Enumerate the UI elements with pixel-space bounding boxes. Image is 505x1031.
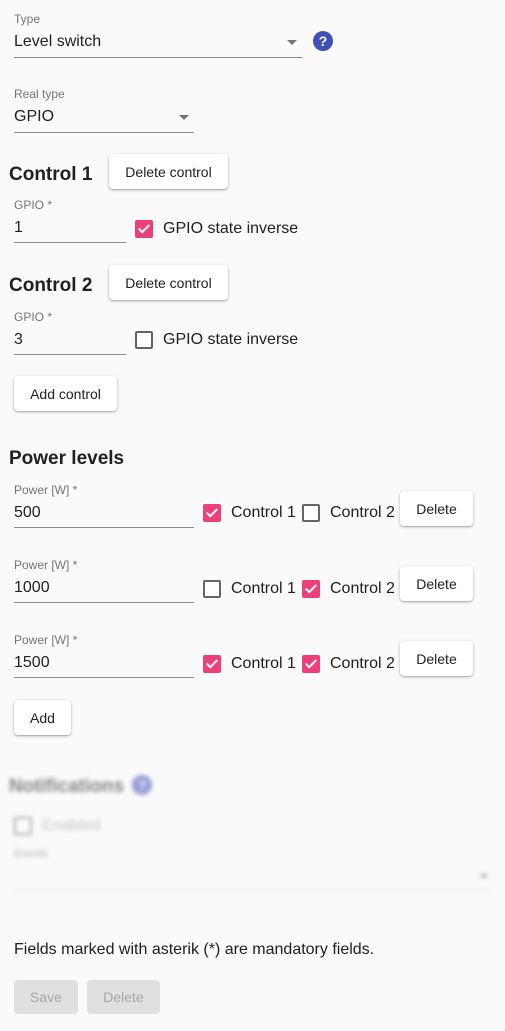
power-row-1-control-2-checkbox[interactable]: Control 2 (302, 504, 395, 522)
power-row-3-control-1-checkbox[interactable]: Control 1 (203, 655, 296, 673)
power-levels-title: Power levels (9, 448, 125, 469)
power-row-2-label: Power [W] * (14, 558, 78, 572)
add-control-button[interactable]: Add control (14, 376, 117, 411)
power-row-2-input[interactable]: 1000 (14, 579, 50, 597)
events-select-underline (14, 890, 490, 891)
delete-button[interactable]: Delete (87, 980, 160, 1014)
control-1-inverse-label: GPIO state inverse (163, 220, 299, 237)
control-1-gpio-label: GPIO * (14, 198, 53, 212)
power-row-1-control-1-checkbox[interactable]: Control 1 (203, 504, 296, 522)
notifications-enabled-label: Enabled (42, 817, 101, 834)
real-type-select-underline (14, 132, 194, 133)
real-type-select-value[interactable]: GPIO (14, 108, 54, 126)
power-row-2-underline (14, 602, 194, 603)
events-dropdown-arrow-icon (479, 874, 489, 879)
control-1-title: Control 1 (9, 164, 93, 185)
notifications-enabled-checkbox: Enabled (14, 817, 101, 835)
power-row-3-control-1-label: Control 1 (231, 655, 296, 672)
power-row-1-delete-button[interactable]: Delete (400, 491, 473, 526)
type-dropdown-arrow-icon[interactable] (287, 40, 297, 45)
checkbox-checked-icon[interactable] (135, 220, 153, 238)
mandatory-fields-note: Fields marked with asterik (*) are manda… (14, 941, 375, 958)
delete-control-1-button[interactable]: Delete control (109, 154, 228, 189)
control-2-inverse-label: GPIO state inverse (163, 331, 299, 348)
control-1-inverse-checkbox[interactable]: GPIO state inverse (135, 220, 298, 238)
checkbox-unchecked-icon (14, 817, 32, 835)
notifications-section: Notifications ? Enabled Events (0, 770, 505, 900)
control-2-inverse-checkbox[interactable]: GPIO state inverse (135, 331, 298, 349)
checkbox-checked-icon[interactable] (302, 655, 320, 673)
control-2-gpio-underline (14, 354, 126, 355)
power-row-2-control-2-label: Control 2 (330, 580, 395, 597)
checkbox-checked-icon[interactable] (302, 580, 320, 598)
power-row-3-input[interactable]: 1500 (14, 654, 50, 672)
power-row-1-input[interactable]: 500 (14, 504, 41, 522)
control-2-gpio-input[interactable]: 3 (14, 331, 23, 349)
real-type-label: Real type (14, 87, 65, 101)
real-type-dropdown-arrow-icon[interactable] (179, 115, 189, 120)
delete-control-2-button[interactable]: Delete control (109, 265, 228, 300)
save-button[interactable]: Save (14, 980, 78, 1014)
control-1-gpio-input[interactable]: 1 (14, 219, 23, 237)
power-row-2-delete-button[interactable]: Delete (400, 566, 473, 601)
control-2-title: Control 2 (9, 275, 93, 296)
power-row-2-control-1-checkbox[interactable]: Control 1 (203, 580, 296, 598)
help-icon[interactable]: ? (313, 31, 333, 51)
checkbox-unchecked-icon[interactable] (135, 331, 153, 349)
power-row-1-label: Power [W] * (14, 483, 78, 497)
checkbox-unchecked-icon[interactable] (302, 504, 320, 522)
power-row-1-control-1-label: Control 1 (231, 504, 296, 521)
control-1-gpio-underline (14, 242, 126, 243)
checkbox-checked-icon[interactable] (203, 655, 221, 673)
type-label: Type (14, 12, 41, 26)
power-row-3-underline (14, 677, 194, 678)
add-power-level-button[interactable]: Add (14, 700, 71, 735)
type-select-underline (14, 57, 302, 58)
notifications-help-icon: ? (132, 775, 152, 795)
power-row-3-label: Power [W] * (14, 633, 78, 647)
notifications-events-label: Events (14, 848, 48, 860)
control-2-gpio-label: GPIO * (14, 310, 53, 324)
power-row-3-control-2-checkbox[interactable]: Control 2 (302, 655, 395, 673)
notifications-title: Notifications (9, 776, 125, 797)
power-row-1-underline (14, 527, 194, 528)
type-select-value[interactable]: Level switch (14, 33, 101, 51)
power-row-2-control-1-label: Control 1 (231, 580, 296, 597)
power-row-3-delete-button[interactable]: Delete (400, 641, 473, 676)
power-row-3-control-2-label: Control 2 (330, 655, 395, 672)
power-row-2-control-2-checkbox[interactable]: Control 2 (302, 580, 395, 598)
checkbox-checked-icon[interactable] (203, 504, 221, 522)
checkbox-unchecked-icon[interactable] (203, 580, 221, 598)
power-row-1-control-2-label: Control 2 (330, 504, 395, 521)
